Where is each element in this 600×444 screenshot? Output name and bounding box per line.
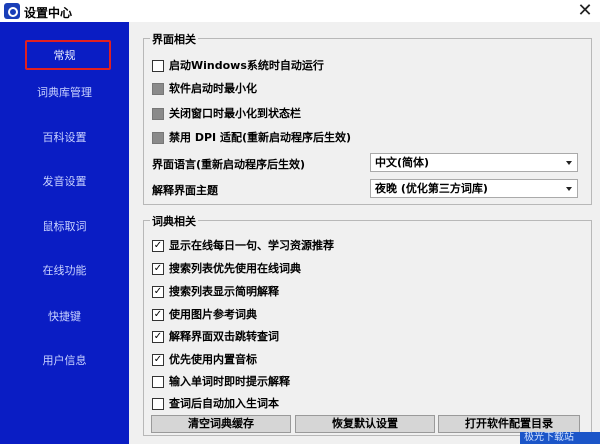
- checkbox[interactable]: [152, 83, 164, 95]
- checkbox[interactable]: ✓: [152, 309, 164, 321]
- sidebar-item-dictionary-manager[interactable]: 词典库管理: [0, 81, 129, 105]
- checkbox[interactable]: ✓: [152, 286, 164, 298]
- option-label: 禁用 DPI 适配(重新启动程序后生效): [169, 131, 351, 144]
- sidebar-item-online[interactable]: 在线功能: [0, 259, 129, 283]
- interface-group-title: 界面相关: [150, 31, 198, 47]
- checkbox[interactable]: [152, 60, 164, 72]
- sidebar-item-pronunciation[interactable]: 发音设置: [0, 170, 129, 194]
- language-value: 中文(简体): [375, 156, 430, 169]
- option-label: 输入单词时即时提示解释: [169, 375, 290, 388]
- option-instant-hint[interactable]: 输入单词时即时提示解释: [152, 374, 290, 390]
- language-label: 界面语言(重新启动程序后生效): [152, 158, 306, 171]
- option-label: 解释界面双击跳转查词: [169, 330, 279, 343]
- app-logo-icon: [4, 3, 20, 19]
- checkbox[interactable]: [152, 398, 164, 410]
- checkbox[interactable]: [152, 108, 164, 120]
- option-daily-sentence[interactable]: ✓ 显示在线每日一句、学习资源推荐: [152, 238, 334, 254]
- option-autostart[interactable]: 启动Windows系统时自动运行: [152, 58, 324, 74]
- sidebar-item-general[interactable]: 常规: [0, 40, 129, 70]
- option-online-first[interactable]: ✓ 搜索列表优先使用在线词典: [152, 261, 301, 277]
- checkbox[interactable]: ✓: [152, 354, 164, 366]
- checkbox[interactable]: [152, 132, 164, 144]
- checkbox[interactable]: ✓: [152, 331, 164, 343]
- option-label: 优先使用内置音标: [169, 353, 257, 366]
- checkbox[interactable]: ✓: [152, 240, 164, 252]
- option-double-click-lookup[interactable]: ✓ 解释界面双击跳转查词: [152, 329, 279, 345]
- checkbox[interactable]: ✓: [152, 263, 164, 275]
- option-label: 使用图片参考词典: [169, 308, 257, 321]
- sidebar-item-user-info[interactable]: 用户信息: [0, 349, 129, 373]
- checkbox[interactable]: [152, 376, 164, 388]
- theme-label: 解释界面主题: [152, 184, 218, 197]
- option-label: 启动Windows系统时自动运行: [169, 59, 324, 72]
- sidebar-item-mouse-lookup[interactable]: 鼠标取词: [0, 215, 129, 239]
- interface-group: 界面相关 启动Windows系统时自动运行 软件启动时最小化 关闭窗口时最小化到…: [143, 31, 592, 205]
- option-builtin-phonetics[interactable]: ✓ 优先使用内置音标: [152, 352, 257, 368]
- option-brief-explanation[interactable]: ✓ 搜索列表显示简明解释: [152, 284, 279, 300]
- close-button[interactable]: ✕: [574, 1, 596, 21]
- option-label: 查词后自动加入生词本: [169, 397, 279, 410]
- open-config-dir-button[interactable]: 打开软件配置目录: [438, 415, 580, 433]
- option-label: 软件启动时最小化: [169, 82, 257, 95]
- chevron-down-icon: [566, 187, 572, 191]
- sidebar-item-hotkeys[interactable]: 快捷键: [0, 305, 129, 329]
- dictionary-group: 词典相关 ✓ 显示在线每日一句、学习资源推荐 ✓ 搜索列表优先使用在线词典 ✓ …: [143, 213, 592, 436]
- language-select[interactable]: 中文(简体): [370, 153, 578, 172]
- chevron-down-icon: [566, 161, 572, 165]
- theme-select[interactable]: 夜晚 (优化第三方词库): [370, 179, 578, 198]
- option-label: 显示在线每日一句、学习资源推荐: [169, 239, 334, 252]
- option-start-minimized[interactable]: 软件启动时最小化: [152, 81, 257, 97]
- clear-cache-button[interactable]: 清空词典缓存: [151, 415, 291, 433]
- title-bar: 设置中心 ✕: [0, 0, 600, 22]
- option-label: 关闭窗口时最小化到状态栏: [169, 107, 301, 120]
- option-label: 搜索列表优先使用在线词典: [169, 262, 301, 275]
- watermark: 极光下载站: [520, 432, 600, 444]
- option-minimize-to-tray[interactable]: 关闭窗口时最小化到状态栏: [152, 106, 301, 122]
- sidebar-item-encyclopedia[interactable]: 百科设置: [0, 126, 129, 150]
- option-label: 搜索列表显示简明解释: [169, 285, 279, 298]
- window-title: 设置中心: [24, 6, 73, 20]
- theme-value: 夜晚 (优化第三方词库): [375, 182, 488, 195]
- dictionary-group-title: 词典相关: [150, 213, 198, 229]
- option-disable-dpi[interactable]: 禁用 DPI 适配(重新启动程序后生效): [152, 130, 351, 146]
- option-auto-wordbook[interactable]: 查词后自动加入生词本: [152, 396, 279, 412]
- option-image-dictionary[interactable]: ✓ 使用图片参考词典: [152, 307, 257, 323]
- sidebar: 常规 词典库管理 百科设置 发音设置 鼠标取词 在线功能 快捷键 用户信息: [0, 22, 129, 444]
- restore-defaults-button[interactable]: 恢复默认设置: [295, 415, 435, 433]
